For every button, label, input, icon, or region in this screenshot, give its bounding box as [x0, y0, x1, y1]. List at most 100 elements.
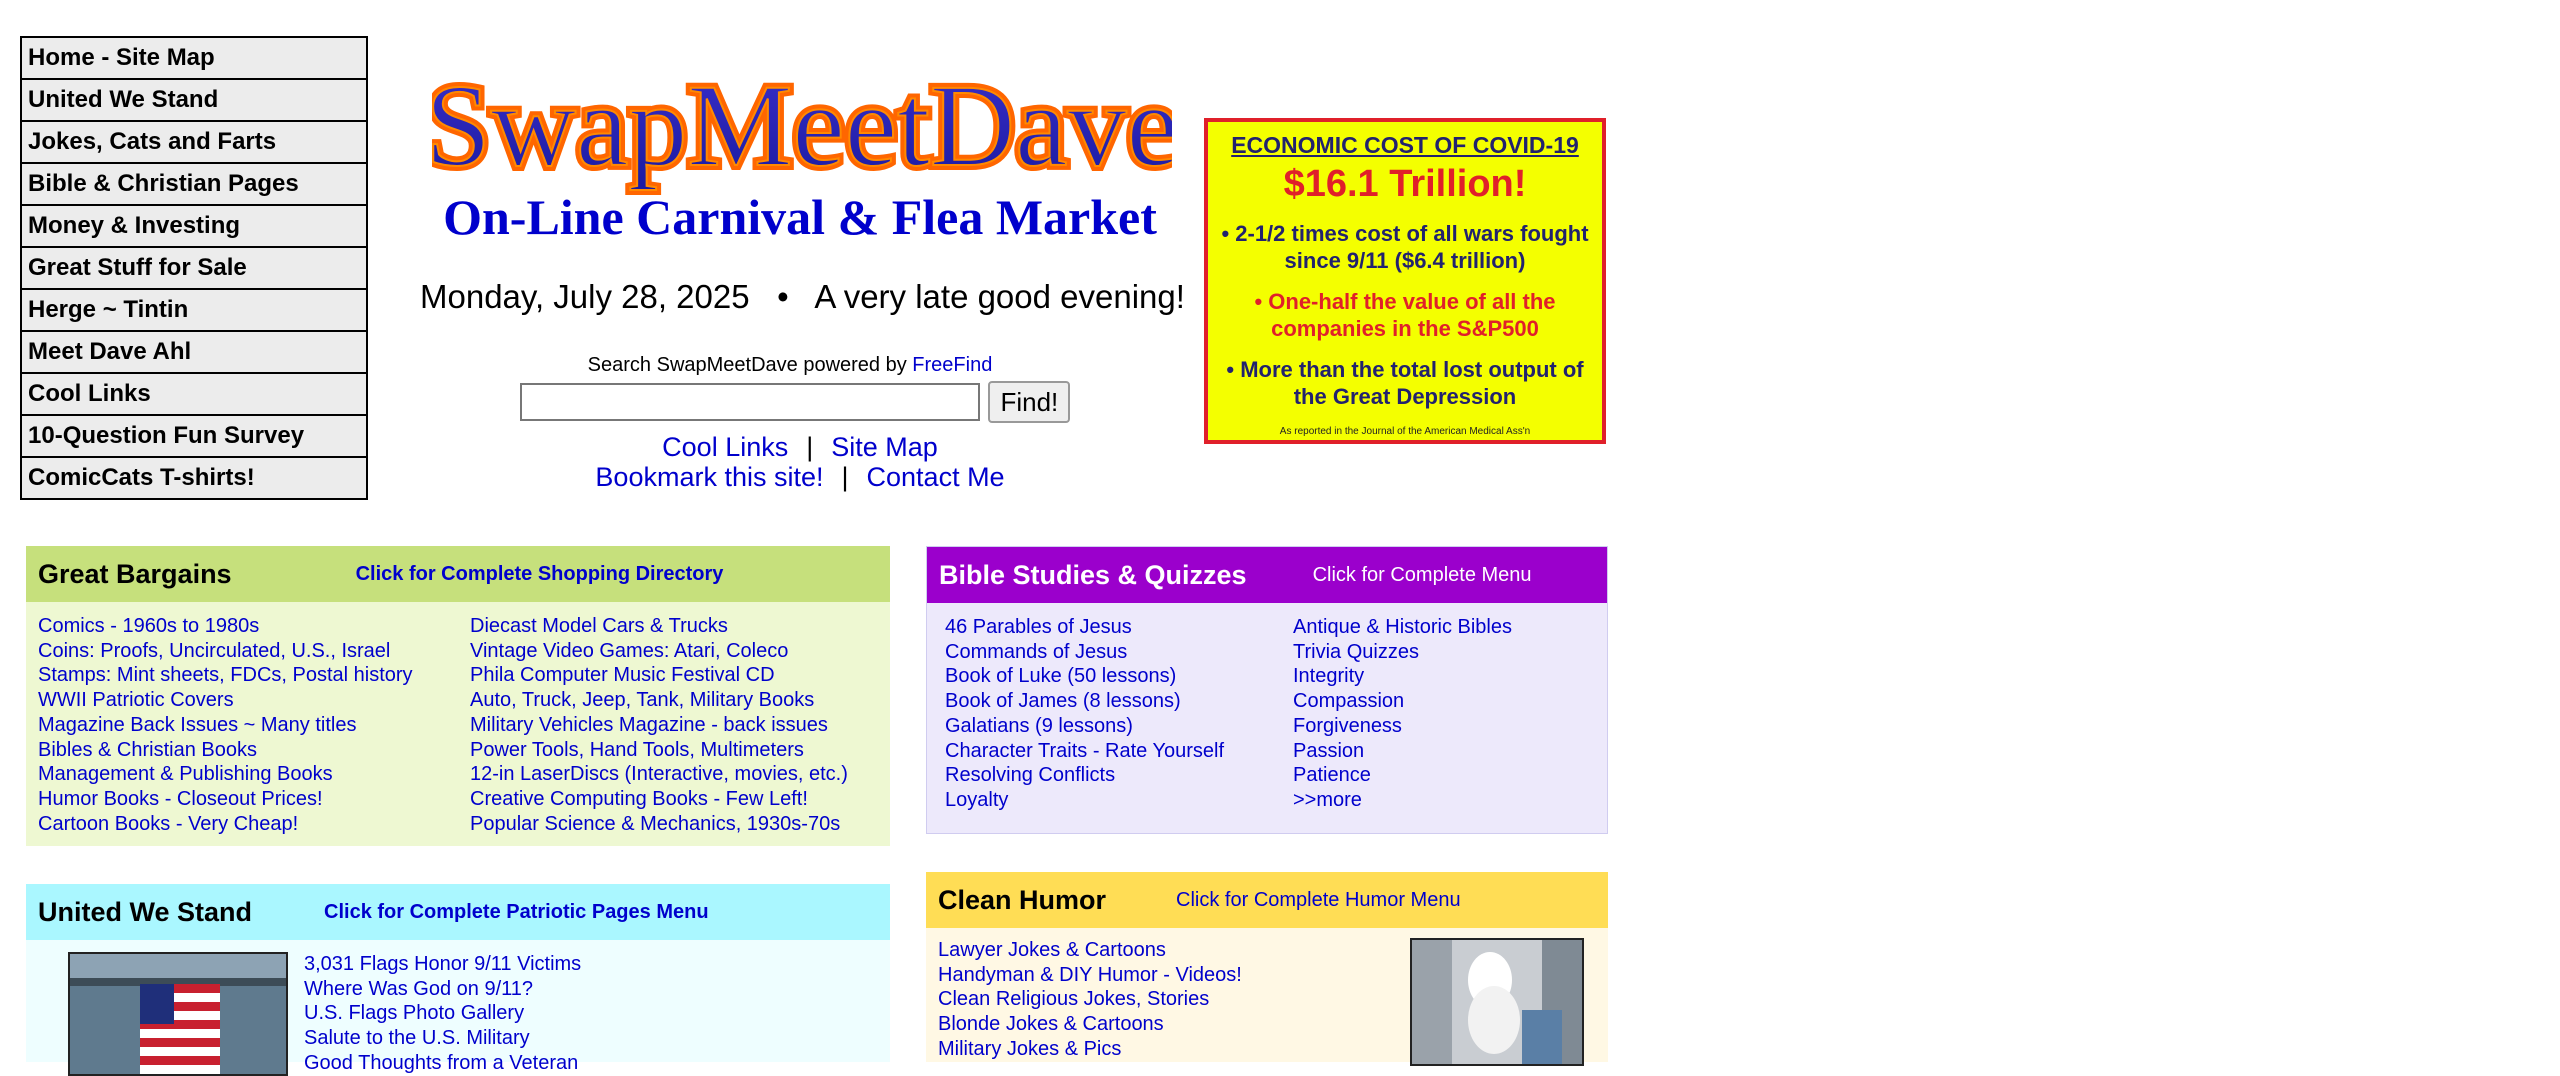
humor-link[interactable]: Lawyer Jokes & Cartoons: [938, 938, 1242, 963]
bargain-link[interactable]: Vintage Video Games: Atari, Coleco: [470, 639, 848, 664]
link-separator: |: [841, 462, 849, 492]
patriotic-link[interactable]: Salute to the U.S. Military: [304, 1026, 581, 1051]
contact-me-link[interactable]: Contact Me: [867, 462, 1005, 492]
patriotic-link[interactable]: U.S. Flags Photo Gallery: [304, 1001, 581, 1026]
nav-money-investing[interactable]: Money & Investing: [22, 206, 366, 248]
bible-link[interactable]: 46 Parables of Jesus: [945, 615, 1293, 640]
bargain-link[interactable]: Management & Publishing Books: [38, 762, 470, 787]
bible-link[interactable]: Character Traits - Rate Yourself: [945, 739, 1293, 764]
patriotic-menu-link[interactable]: Click for Complete Patriotic Pages Menu: [324, 901, 709, 924]
patriotic-link[interactable]: Where Was God on 9/11?: [304, 977, 581, 1002]
bargain-link[interactable]: Cartoon Books - Very Cheap!: [38, 812, 470, 837]
nav-bible-christian[interactable]: Bible & Christian Pages: [22, 164, 366, 206]
nav-comiccats-tshirts[interactable]: ComicCats T-shirts!: [22, 458, 366, 498]
humor-photo-thumbnail[interactable]: [1410, 938, 1584, 1066]
nav-great-stuff-sale[interactable]: Great Stuff for Sale: [22, 248, 366, 290]
bible-menu-link[interactable]: Click for Complete Menu: [1313, 564, 1532, 587]
nav-herge-tintin[interactable]: Herge ~ Tintin: [22, 290, 366, 332]
flag-photo-thumbnail[interactable]: [68, 952, 288, 1076]
search-input[interactable]: [520, 383, 980, 421]
bible-link[interactable]: Book of Luke (50 lessons): [945, 664, 1293, 689]
bible-link[interactable]: Commands of Jesus: [945, 640, 1293, 665]
bookmark-link[interactable]: Bookmark this site!: [595, 462, 823, 492]
ad-source-note: As reported in the Journal of the Americ…: [1279, 426, 1531, 437]
bible-link[interactable]: Antique & Historic Bibles: [1293, 615, 1512, 640]
nav-fun-survey[interactable]: 10-Question Fun Survey: [22, 416, 366, 458]
svg-text:SwapMeetDave: SwapMeetDave: [432, 60, 1172, 191]
bargain-link[interactable]: Magazine Back Issues ~ Many titles: [38, 713, 470, 738]
bible-link[interactable]: Loyalty: [945, 788, 1293, 813]
humor-link[interactable]: Handyman & DIY Humor - Videos!: [938, 963, 1242, 988]
cool-links-link[interactable]: Cool Links: [662, 432, 788, 462]
site-logo[interactable]: SwapMeetDave SwapMeetDave: [432, 60, 1172, 200]
bargain-link[interactable]: Military Vehicles Magazine - back issues: [470, 713, 848, 738]
bargain-link[interactable]: Bibles & Christian Books: [38, 738, 470, 763]
find-button[interactable]: Find!: [988, 381, 1071, 423]
patriotic-link[interactable]: Good Thoughts from a Veteran: [304, 1051, 581, 1076]
bible-studies-title: Bible Studies & Quizzes: [939, 559, 1247, 590]
united-we-stand-header: United We Stand Click for Complete Patri…: [26, 884, 890, 940]
bargain-link[interactable]: Creative Computing Books - Few Left!: [470, 787, 848, 812]
bargain-link[interactable]: WWII Patriotic Covers: [38, 688, 470, 713]
nav-home-site-map[interactable]: Home - Site Map: [22, 38, 366, 80]
date-greeting: Monday, July 28, 2025 • A very late good…: [420, 278, 1185, 315]
great-bargains-section: Great Bargains Click for Complete Shoppi…: [26, 546, 890, 846]
bargains-col-2: Diecast Model Cars & Trucks Vintage Vide…: [470, 614, 848, 836]
freefind-link[interactable]: FreeFind: [912, 354, 992, 376]
humor-menu-link[interactable]: Click for Complete Humor Menu: [1176, 889, 1461, 912]
bargains-col-1: Comics - 1960s to 1980s Coins: Proofs, U…: [38, 614, 470, 836]
more-link[interactable]: >>more: [1293, 788, 1512, 813]
bargain-link[interactable]: 12-in LaserDiscs (Interactive, movies, e…: [470, 762, 848, 787]
bible-link[interactable]: Trivia Quizzes: [1293, 640, 1512, 665]
patriotic-link[interactable]: 3,031 Flags Honor 9/11 Victims: [304, 952, 581, 977]
united-we-stand-section: United We Stand Click for Complete Patri…: [26, 884, 890, 1076]
bargain-link[interactable]: Power Tools, Hand Tools, Multimeters: [470, 738, 848, 763]
link-separator: |: [806, 432, 814, 462]
patriotic-links: 3,031 Flags Honor 9/11 Victims Where Was…: [304, 952, 581, 1076]
great-bargains-title: Great Bargains: [38, 558, 232, 589]
ad-point-wars: • 2-1/2 times cost of all wars fought si…: [1221, 221, 1589, 273]
site-map-link[interactable]: Site Map: [831, 432, 938, 462]
bargain-link[interactable]: Comics - 1960s to 1980s: [38, 614, 470, 639]
nav-meet-dave-ahl[interactable]: Meet Dave Ahl: [22, 332, 366, 374]
bible-link[interactable]: Forgiveness: [1293, 714, 1512, 739]
bargain-link[interactable]: Auto, Truck, Jeep, Tank, Military Books: [470, 688, 848, 713]
bible-link[interactable]: Passion: [1293, 739, 1512, 764]
bible-col-2: Antique & Historic Bibles Trivia Quizzes…: [1293, 615, 1512, 813]
quick-links-row-2: Bookmark this site! | Contact Me: [420, 462, 1180, 493]
ad-point-sp500: • One-half the value of all the companie…: [1254, 289, 1556, 341]
clean-humor-section: Clean Humor Click for Complete Humor Men…: [926, 872, 1608, 1066]
bible-studies-section: Bible Studies & Quizzes Click for Comple…: [926, 546, 1608, 834]
nav-cool-links[interactable]: Cool Links: [22, 374, 366, 416]
quick-links-row-1: Cool Links | Site Map: [420, 432, 1180, 463]
covid-cost-ad[interactable]: ECONOMIC COST OF COVID-19 $16.1 Trillion…: [1204, 118, 1606, 444]
search-caption-text: Search SwapMeetDave powered by: [587, 354, 913, 376]
ad-amount: $16.1 Trillion!: [1283, 163, 1527, 205]
clean-humor-header: Clean Humor Click for Complete Humor Men…: [926, 872, 1608, 928]
nav-jokes-cats-farts[interactable]: Jokes, Cats and Farts: [22, 122, 366, 164]
search-caption: Search SwapMeetDave powered by FreeFind: [500, 354, 1080, 377]
shopping-directory-link[interactable]: Click for Complete Shopping Directory: [356, 563, 724, 586]
bargain-link[interactable]: Humor Books - Closeout Prices!: [38, 787, 470, 812]
bible-link[interactable]: Book of James (8 lessons): [945, 689, 1293, 714]
bargain-link[interactable]: Stamps: Mint sheets, FDCs, Postal histor…: [38, 663, 470, 688]
humor-link[interactable]: Blonde Jokes & Cartoons: [938, 1012, 1242, 1037]
bible-studies-header: Bible Studies & Quizzes Click for Comple…: [927, 547, 1607, 603]
bible-link[interactable]: Compassion: [1293, 689, 1512, 714]
bargain-link[interactable]: Popular Science & Mechanics, 1930s-70s: [470, 812, 848, 837]
bible-link[interactable]: Patience: [1293, 763, 1512, 788]
clean-humor-title: Clean Humor: [938, 884, 1107, 915]
ad-point-depression: • More than the total lost output of the…: [1226, 357, 1584, 409]
bible-link[interactable]: Galatians (9 lessons): [945, 714, 1293, 739]
bargain-link[interactable]: Diecast Model Cars & Trucks: [470, 614, 848, 639]
bargain-link[interactable]: Coins: Proofs, Uncirculated, U.S., Israe…: [38, 639, 470, 664]
humor-links: Lawyer Jokes & Cartoons Handyman & DIY H…: [938, 938, 1242, 1062]
bible-link[interactable]: Resolving Conflicts: [945, 763, 1293, 788]
nav-united-we-stand[interactable]: United We Stand: [22, 80, 366, 122]
humor-link[interactable]: Military Jokes & Pics: [938, 1037, 1242, 1062]
bargain-link[interactable]: Phila Computer Music Festival CD: [470, 663, 848, 688]
bible-link[interactable]: Integrity: [1293, 664, 1512, 689]
humor-link[interactable]: Clean Religious Jokes, Stories: [938, 987, 1242, 1012]
bible-col-1: 46 Parables of Jesus Commands of Jesus B…: [945, 615, 1293, 813]
site-tagline: On-Line Carnival & Flea Market: [443, 189, 1157, 245]
